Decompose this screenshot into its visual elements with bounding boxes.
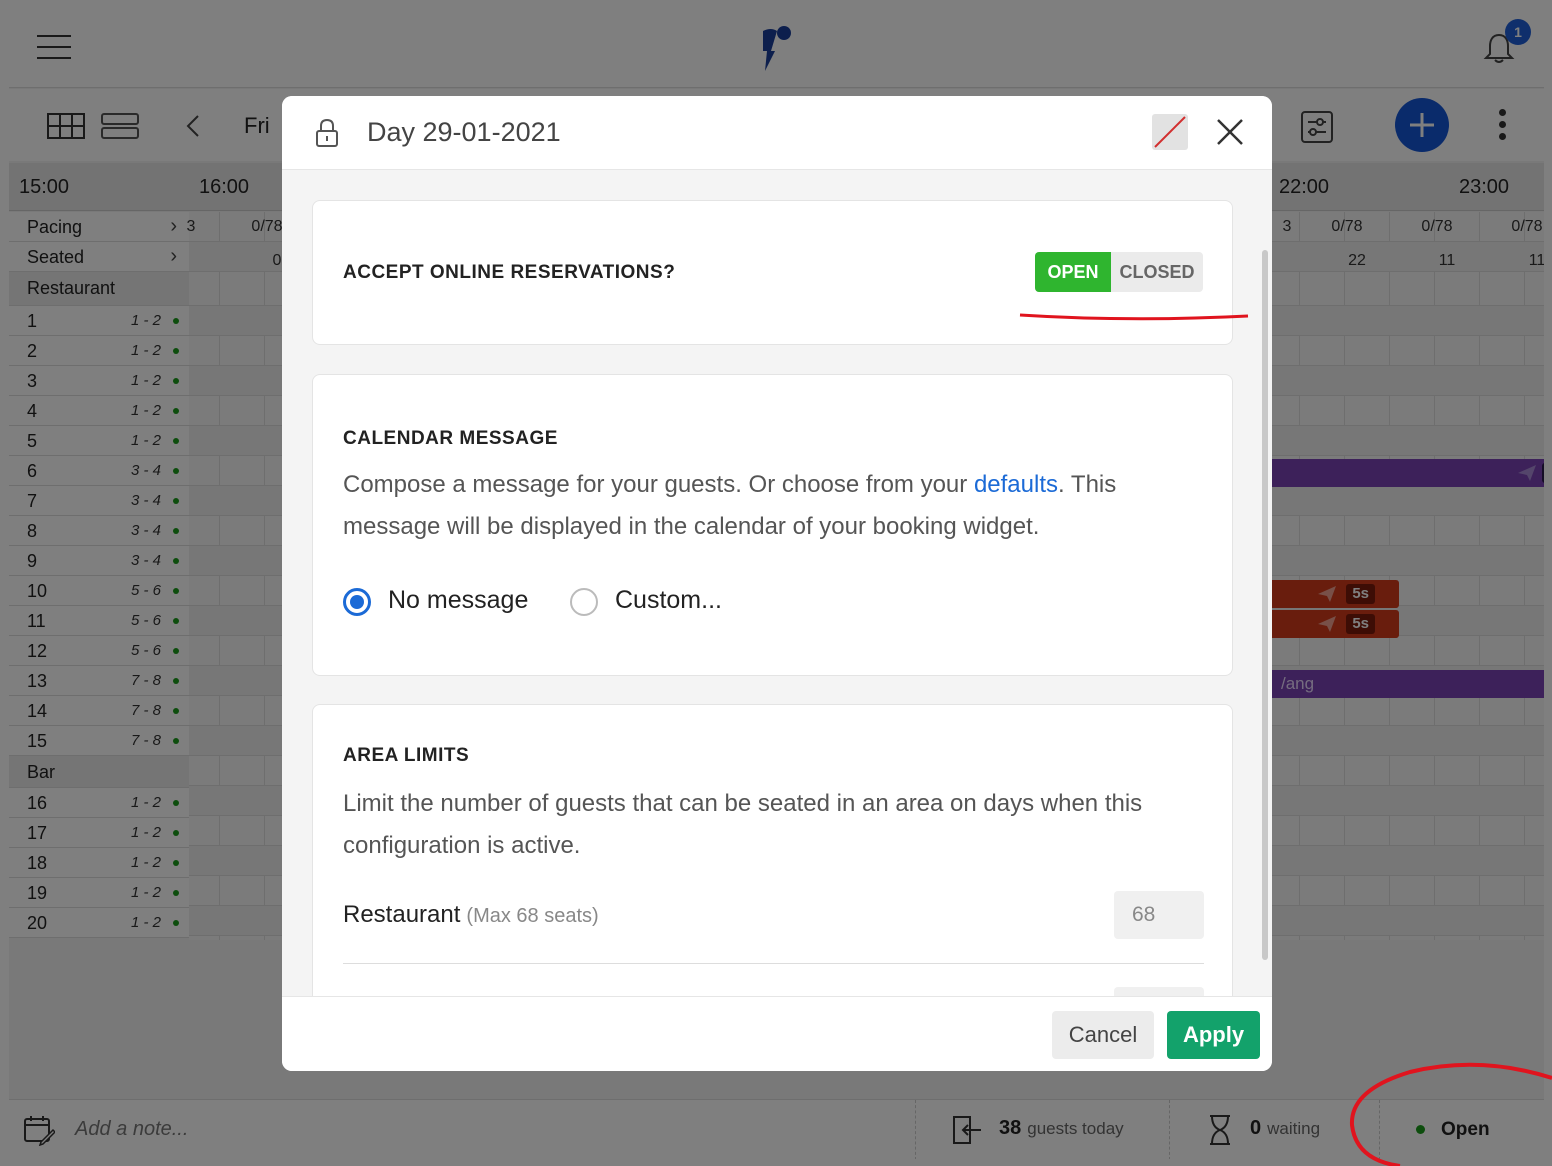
online-reservations-card: ACCEPT ONLINE RESERVATIONS? OPEN CLOSED [312, 200, 1233, 345]
calendar-description: Compose a message for your guests. Or ch… [343, 464, 1203, 548]
area-heading: AREA LIMITS [343, 745, 470, 766]
lock-icon [316, 118, 338, 147]
dialog-header: Day 29-01-2021 [282, 96, 1272, 170]
area-max: (Max 68 seats) [466, 905, 599, 927]
radio-selected-icon [343, 588, 371, 616]
calendar-message-card: CALENDAR MESSAGE Compose a message for y… [312, 374, 1233, 676]
defaults-link[interactable]: defaults [974, 471, 1058, 498]
dialog-body: ACCEPT ONLINE RESERVATIONS? OPEN CLOSED … [282, 170, 1272, 996]
radio-label: Custom... [615, 586, 722, 614]
calendar-heading: CALENDAR MESSAGE [343, 428, 558, 449]
apply-button[interactable]: Apply [1167, 1011, 1260, 1059]
radio-label: No message [388, 586, 529, 614]
next-area-input[interactable] [1114, 987, 1204, 996]
cancel-button[interactable]: Cancel [1052, 1011, 1154, 1059]
area-limits-card: AREA LIMITS Limit the number of guests t… [312, 704, 1233, 996]
radio-empty-icon [570, 588, 598, 616]
online-toggle[interactable]: OPEN CLOSED [1035, 252, 1203, 292]
area-label: Restaurant [343, 901, 461, 928]
dialog-scrollbar[interactable] [1262, 250, 1268, 960]
divider [343, 963, 1204, 964]
open-option[interactable]: OPEN [1035, 252, 1111, 292]
day-settings-dialog: Day 29-01-2021 ACCEPT ONLINE RESERVATION… [282, 96, 1272, 1071]
restaurant-limit-input[interactable]: 68 [1114, 891, 1204, 939]
dialog-footer: Cancel Apply [282, 996, 1272, 1071]
restaurant-limit-row: Restaurant (Max 68 seats) [343, 901, 599, 929]
close-icon[interactable] [1216, 118, 1244, 146]
area-description: Limit the number of guests that can be s… [343, 790, 1143, 859]
calendar-text: Compose a message for your guests. Or ch… [343, 471, 974, 498]
closed-option[interactable]: CLOSED [1111, 252, 1203, 292]
dialog-title: Day 29-01-2021 [367, 117, 561, 147]
color-swatch-icon[interactable] [1152, 114, 1188, 150]
online-heading: ACCEPT ONLINE RESERVATIONS? [343, 262, 676, 283]
